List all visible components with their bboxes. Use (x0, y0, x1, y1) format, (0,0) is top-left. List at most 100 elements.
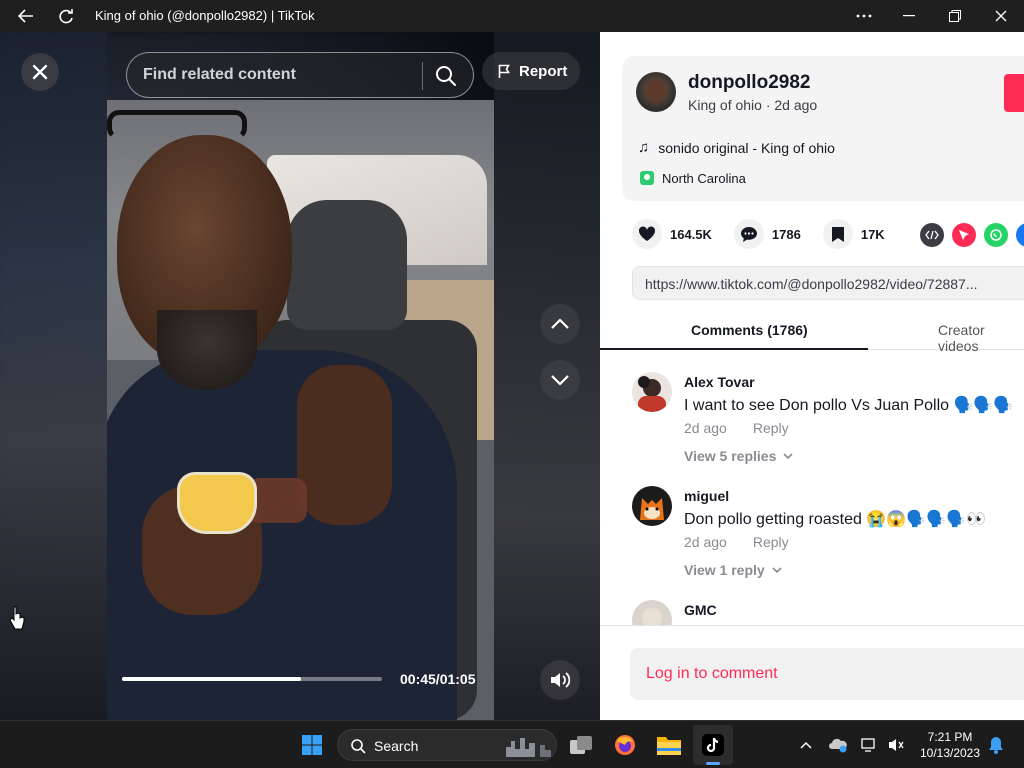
music-row[interactable]: ♫ sonido original - King of ohio (638, 139, 835, 156)
comment-item: miguel Don pollo getting roasted 😭😱🗣️🗣️🗣… (632, 486, 1024, 586)
comment-item: Alex Tovar I want to see Don pollo Vs Ju… (632, 372, 1024, 472)
share-link[interactable]: https://www.tiktok.com/@donpollo2982/vid… (645, 276, 978, 292)
chevron-up-icon (551, 318, 569, 329)
heart-icon (632, 219, 662, 249)
author-subtitle: King of ohio · 2d ago (688, 97, 818, 113)
reply-button[interactable]: Reply (753, 534, 789, 550)
glasses (107, 110, 247, 140)
next-video-button[interactable] (540, 360, 580, 400)
tab-creator-videos[interactable]: Creator videos (938, 322, 1024, 354)
taskbar-clock[interactable]: 7:21 PM 10/13/2023 (918, 729, 982, 761)
author-username[interactable]: donpollo2982 (688, 72, 810, 94)
taskbar: Search 7:21 PM 10/13/2023 (0, 720, 1024, 768)
music-note-icon: ♫ (638, 139, 650, 156)
search-icon[interactable] (435, 65, 457, 92)
report-button[interactable]: Report (482, 52, 580, 90)
facebook-icon[interactable] (1016, 223, 1024, 247)
file-explorer-icon[interactable] (649, 725, 689, 765)
chevron-up-icon[interactable] (796, 735, 816, 755)
windows-start-icon[interactable] (292, 725, 332, 765)
comment-time: 2d ago (684, 534, 727, 550)
login-label: Log in to comment (646, 665, 778, 682)
notification-bell-icon[interactable] (986, 735, 1006, 755)
beard (157, 310, 257, 390)
view-replies-label: View 1 reply (684, 562, 765, 578)
details-panel: donpollo2982 King of ohio · 2d ago ♫ son… (600, 32, 1024, 720)
back-icon[interactable] (16, 6, 36, 26)
comment-author[interactable]: GMC (684, 602, 717, 618)
tiktok-app-icon[interactable] (693, 725, 733, 765)
send-to-friends-icon[interactable] (952, 223, 976, 247)
save-count: 17K (860, 226, 885, 242)
bookmark-icon (822, 219, 853, 249)
chevron-down-icon (551, 375, 569, 386)
whatsapp-icon[interactable] (984, 223, 1008, 247)
comment-author[interactable]: miguel (684, 488, 729, 504)
comment-text: I want to see Don pollo Vs Juan Pollo 🗣️… (684, 397, 1014, 414)
panel-tabs: Comments (1786) Creator videos (600, 314, 1024, 354)
comment-author[interactable]: Alex Tovar (684, 374, 755, 390)
taskbar-search-label: Search (374, 738, 419, 754)
close-video-button[interactable] (21, 53, 59, 91)
progress-bar[interactable] (122, 677, 382, 681)
title-bar: King of ohio (@donpollo2982) | TikTok (0, 0, 1024, 32)
comment-bubble-icon (733, 219, 764, 249)
taskbar-search[interactable]: Search (337, 729, 557, 761)
speaker-muted-icon[interactable] (886, 735, 906, 755)
volume-button[interactable] (540, 660, 580, 700)
like-stat[interactable]: 164.5K (632, 219, 712, 249)
comment-text: Don pollo getting roasted 😭😱🗣️🗣️🗣️👀 (684, 511, 986, 528)
tab-underline (600, 348, 868, 350)
save-stat[interactable]: 17K (822, 219, 885, 249)
cheese-cup (177, 472, 257, 534)
minimize-icon[interactable] (886, 0, 932, 32)
window-title: King of ohio (@donpollo2982) | TikTok (95, 8, 315, 23)
comment-meta: 2d ago Reply (684, 534, 789, 550)
login-to-comment-button[interactable]: Log in to comment (630, 648, 1024, 700)
author-avatar[interactable] (636, 72, 676, 112)
restore-icon[interactable] (932, 0, 978, 32)
location-pin-icon (640, 171, 654, 185)
comment-avatar[interactable] (632, 600, 672, 625)
comment-avatar[interactable] (632, 372, 672, 412)
comment-count: 1786 (771, 226, 801, 242)
view-replies-button[interactable]: View 5 replies (684, 448, 794, 464)
follow-button[interactable] (1004, 74, 1024, 112)
engagement-stats: 164.5K 1786 17K (632, 219, 907, 249)
search-input[interactable]: Find related content (143, 66, 296, 84)
video-player[interactable] (107, 100, 494, 720)
headrest (287, 200, 407, 330)
more-options-icon[interactable] (841, 0, 887, 32)
close-window-icon[interactable] (978, 0, 1024, 32)
related-search-box[interactable]: Find related content (126, 52, 474, 98)
embed-icon[interactable] (920, 223, 944, 247)
onedrive-icon[interactable] (828, 735, 848, 755)
comment-avatar[interactable] (632, 486, 672, 526)
reply-button[interactable]: Reply (753, 420, 789, 436)
firefox-icon[interactable] (605, 725, 645, 765)
refresh-icon[interactable] (56, 6, 76, 26)
view-replies-label: View 5 replies (684, 448, 777, 464)
previous-video-button[interactable] (540, 304, 580, 344)
video-info-card: donpollo2982 King of ohio · 2d ago ♫ son… (622, 56, 1024, 201)
comment-item: GMC (632, 600, 1024, 625)
comment-stat[interactable]: 1786 (733, 219, 801, 249)
tab-comments[interactable]: Comments (1786) (691, 322, 808, 338)
network-icon[interactable] (860, 735, 880, 755)
share-link-box[interactable]: https://www.tiktok.com/@donpollo2982/vid… (632, 266, 1024, 300)
clock-date: 10/13/2023 (919, 746, 981, 760)
report-label: Report (519, 62, 568, 80)
comment-meta: 2d ago Reply (684, 420, 789, 436)
view-replies-button[interactable]: View 1 reply (684, 562, 783, 578)
volume-icon (551, 672, 571, 688)
share-icons (920, 223, 1024, 247)
person-head (117, 135, 292, 390)
flag-icon (498, 64, 510, 78)
task-view-icon[interactable] (561, 725, 601, 765)
location-tag[interactable]: North Carolina (636, 166, 752, 190)
avatar-face (646, 79, 666, 103)
active-app-indicator (706, 762, 720, 765)
video-stage: Find related content Report 00:45/01:05 (0, 32, 600, 720)
video-time: 00:45/01:05 (400, 671, 476, 687)
clock-time: 7:21 PM (927, 730, 973, 744)
